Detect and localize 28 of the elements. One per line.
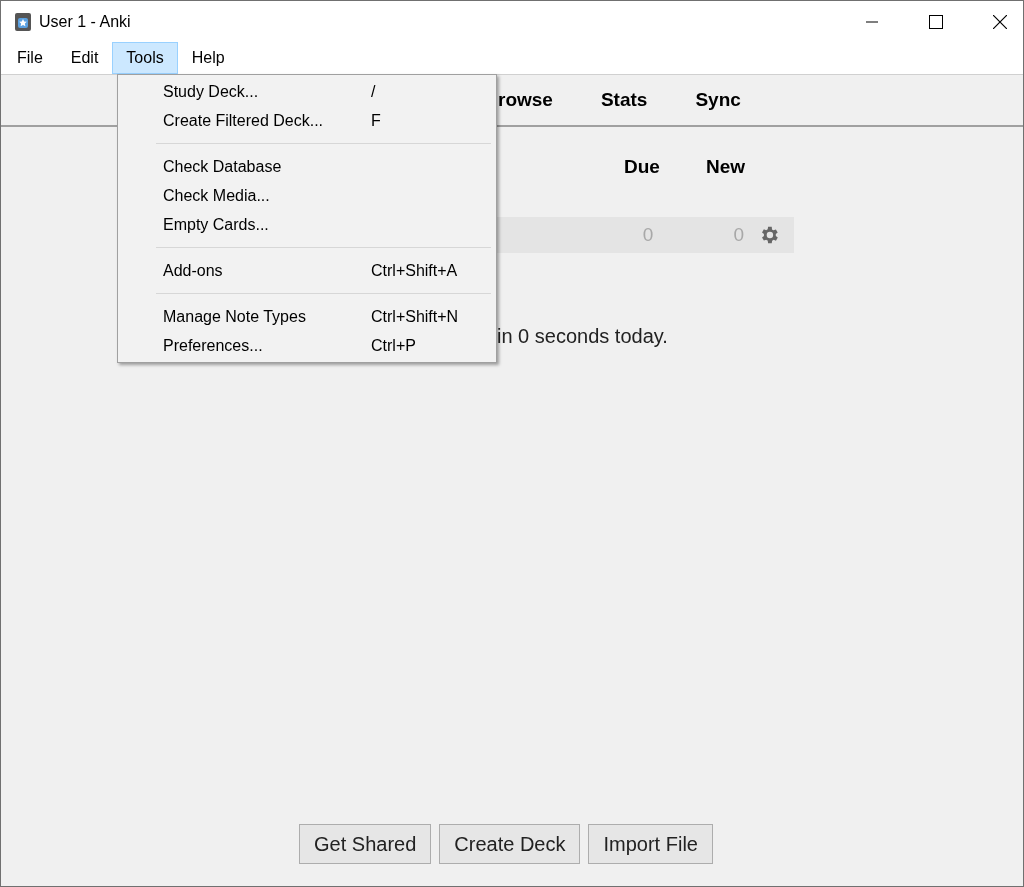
new-count: 0 [733,222,744,247]
column-header: Due [624,154,660,179]
studied-text: in 0 seconds today. [497,324,669,349]
window-title: User 1 - Anki [39,11,131,32]
column-header: New [705,154,745,179]
menu-entry[interactable]: Create Filtered Deck... F [118,106,496,135]
due-count: 0 [642,222,654,247]
toolbar-link[interactable]: rowse [498,85,553,115]
action-button[interactable]: Create Deck [439,824,581,864]
toolbar-link[interactable]: Stats [600,85,648,115]
menu-entry[interactable]: Empty Cards... [118,210,496,239]
menu-entry[interactable]: Study Deck... / [118,77,496,106]
menu-entry[interactable]: Check Database [118,152,496,181]
close-icon [993,14,1007,29]
app-icon [15,12,31,31]
menu-entry[interactable]: Check Media... [118,181,496,210]
action-button[interactable]: Get Shared [299,824,432,864]
menu-item[interactable]: Help [177,42,239,74]
toolbar-link[interactable]: Sync [695,85,741,115]
menu-entry[interactable]: Add-ons Ctrl+Shift+A [118,256,496,285]
menu-item[interactable]: Edit [56,42,113,74]
maximize-icon [929,14,943,29]
action-button[interactable]: Import File [588,824,713,864]
menu-item[interactable]: Tools [112,42,178,74]
menu-item[interactable]: File [3,42,57,74]
minimize-icon [866,20,878,23]
menu-entry[interactable]: Manage Note Types Ctrl+Shift+N [118,302,496,331]
menu-entry[interactable]: Preferences... Ctrl+P [118,331,496,360]
